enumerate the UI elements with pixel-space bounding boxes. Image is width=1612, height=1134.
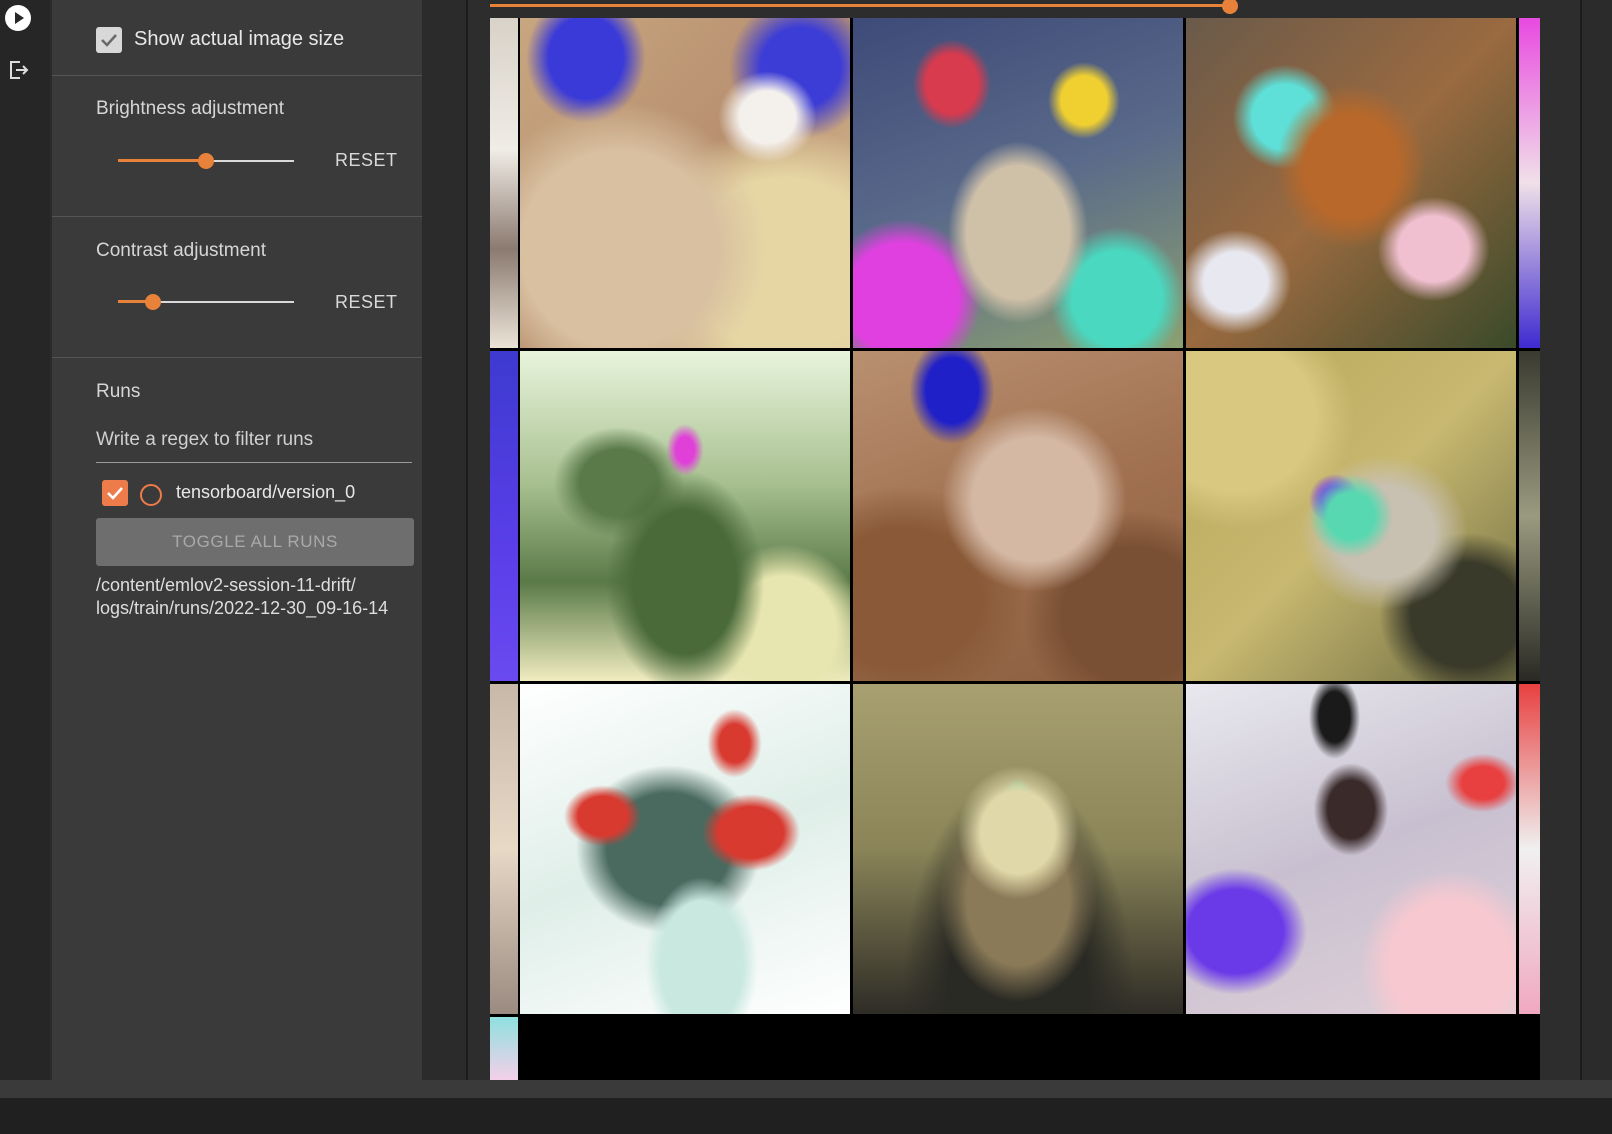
- checkmark-icon: [107, 487, 123, 500]
- image-tile: [1519, 351, 1540, 681]
- image-tile: [853, 18, 1183, 348]
- image-tile: [1186, 18, 1516, 348]
- contrast-slider[interactable]: [118, 292, 294, 312]
- image-grid: [490, 18, 1540, 1080]
- image-tile: [520, 18, 850, 348]
- status-bar: [0, 1098, 1612, 1134]
- image-tile: [520, 684, 850, 1014]
- image-tile: [490, 684, 518, 1014]
- step-slider-thumb[interactable]: [1222, 0, 1238, 14]
- divider: [52, 75, 422, 76]
- image-tile: [1186, 684, 1516, 1014]
- divider: [52, 357, 422, 358]
- show-actual-size-checkbox[interactable]: [96, 27, 122, 53]
- contrast-title: Contrast adjustment: [96, 240, 267, 261]
- brightness-reset-button[interactable]: RESET: [335, 150, 398, 171]
- image-tile: [490, 1017, 518, 1080]
- circle-outline-icon[interactable]: [139, 483, 163, 507]
- settings-sidebar: Show actual image size Brightness adjust…: [52, 0, 422, 1080]
- step-slider[interactable]: [490, 0, 1260, 16]
- image-tile: [853, 684, 1183, 1014]
- panel-border: [1580, 0, 1582, 1080]
- contrast-slider-thumb[interactable]: [145, 294, 162, 310]
- brightness-title: Brightness adjustment: [96, 98, 284, 119]
- play-circle-icon[interactable]: [4, 4, 32, 32]
- image-tile: [490, 18, 518, 348]
- brightness-slider-thumb[interactable]: [198, 153, 214, 169]
- run-checkbox[interactable]: [102, 480, 128, 506]
- runs-title: Runs: [96, 381, 141, 402]
- run-path: /content/emlov2-session-11-drift/ logs/t…: [96, 575, 389, 618]
- export-icon[interactable]: [4, 56, 32, 84]
- checkmark-icon: [101, 34, 117, 47]
- run-filter-input[interactable]: [96, 418, 412, 463]
- left-rail: [0, 0, 50, 1080]
- image-tile: [1519, 18, 1540, 348]
- image-tile: [1519, 684, 1540, 1014]
- status-bar: [0, 1080, 1612, 1098]
- toggle-all-runs-button[interactable]: TOGGLE ALL RUNS: [96, 518, 414, 566]
- run-label: tensorboard/version_0: [176, 482, 356, 502]
- divider: [52, 216, 422, 217]
- step-slider-fill: [490, 4, 1230, 7]
- show-actual-size-label: Show actual image size: [134, 28, 345, 50]
- brightness-slider[interactable]: [118, 151, 294, 171]
- image-tile: [853, 351, 1183, 681]
- contrast-reset-button[interactable]: RESET: [335, 292, 398, 313]
- image-tile: [520, 351, 850, 681]
- panel-border: [466, 0, 468, 1080]
- image-tile: [1186, 351, 1516, 681]
- image-tile: [490, 351, 518, 681]
